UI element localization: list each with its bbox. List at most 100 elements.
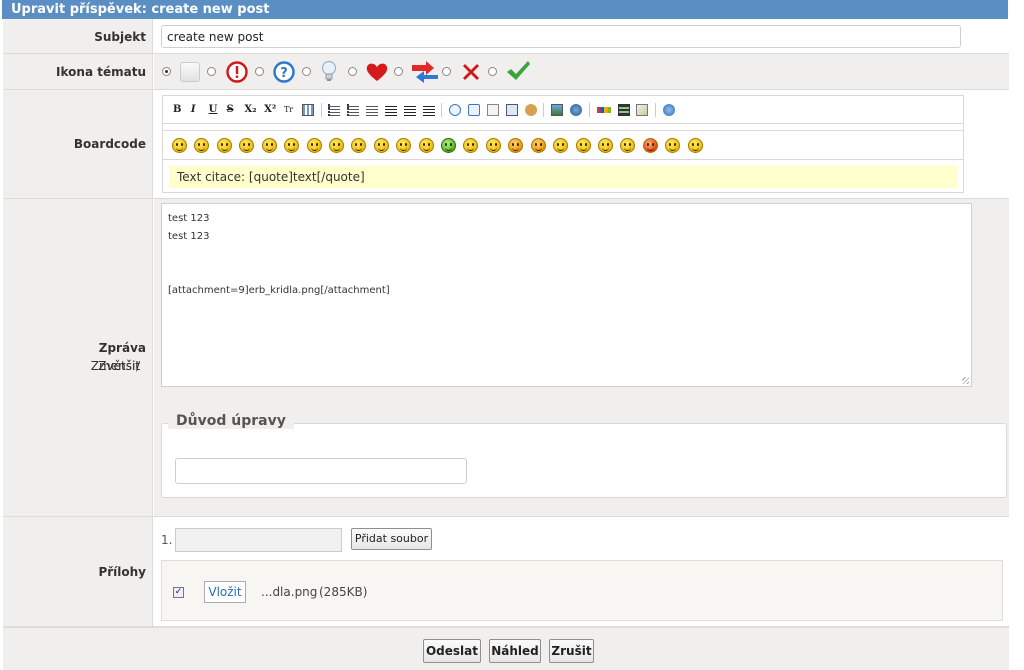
- quote-hint: Text citace: [quote]text[/quote]: [169, 166, 957, 188]
- align-left-icon[interactable]: [384, 103, 397, 116]
- italic-button[interactable]: I: [191, 104, 205, 115]
- arrows-icon: [412, 61, 438, 83]
- page-header: Upravit příspěvek: create new post: [2, 0, 1008, 19]
- users-icon[interactable]: [524, 103, 537, 116]
- smiley-laugh-icon[interactable]: [418, 138, 434, 153]
- smiley-sad-icon[interactable]: [194, 138, 210, 153]
- superscript-button[interactable]: X²: [264, 104, 280, 115]
- flash-icon[interactable]: [636, 103, 649, 116]
- smiley-grin-icon[interactable]: [239, 138, 255, 153]
- subject-input[interactable]: [161, 25, 961, 48]
- topic-icon-radio-none[interactable]: [162, 67, 171, 76]
- attachments-row: Přílohy 1. Přidat soubor ✓ Vložit ...dla…: [3, 517, 1009, 627]
- subscript-button[interactable]: X₂: [244, 104, 260, 115]
- topic-icon-radio-red-x[interactable]: [442, 67, 451, 76]
- smiley-rolleyes-icon[interactable]: [598, 138, 614, 153]
- shrink-link[interactable]: Zmenšit: [91, 359, 140, 373]
- smiley-smile-icon[interactable]: [216, 138, 232, 153]
- separator-icon: [320, 102, 322, 117]
- bullet-list-icon[interactable]: [328, 103, 341, 116]
- topic-icon-label-cell: Ikona tématu: [3, 54, 153, 89]
- boardcode-box: B I U S X₂ X² Tr Text citace: [quote]tex…: [162, 95, 964, 193]
- smiley-tongue-icon[interactable]: [284, 138, 300, 153]
- quote-hint-text: Text citace: [quote]text[/quote]: [177, 170, 365, 184]
- smiley-sick-icon[interactable]: [441, 138, 457, 153]
- boardcode-field-cell: B I U S X₂ X² Tr Text citace: [quote]tex…: [154, 90, 1009, 198]
- smiley-lol-icon[interactable]: [575, 138, 591, 153]
- smilies-toolbar: [163, 130, 963, 160]
- submit-button[interactable]: Odeslat: [423, 639, 481, 663]
- topic-icon-radio-lightbulb[interactable]: [302, 67, 311, 76]
- align-right-icon[interactable]: [422, 103, 435, 116]
- attachment-item: ✓ Vložit ...dla.png (285KB): [161, 560, 1003, 621]
- message-row: Zpráva Zvětšit / Zmenšit test 123 test 1…: [3, 199, 1009, 517]
- cancel-button[interactable]: Zrušit: [549, 639, 594, 663]
- message-textarea[interactable]: test 123 test 123 [attachment=9]erb_krid…: [161, 203, 972, 387]
- strike-button[interactable]: S: [226, 104, 240, 115]
- insert-button[interactable]: Vložit: [204, 581, 246, 603]
- edit-reason-input[interactable]: [175, 458, 467, 484]
- boardcode-label-cell: Boardcode: [3, 90, 153, 198]
- link-icon[interactable]: [570, 103, 583, 116]
- smiley-confused-icon[interactable]: [328, 138, 344, 153]
- smiley-twisted-icon[interactable]: [687, 138, 703, 153]
- subject-label: Subjekt: [94, 30, 146, 44]
- boardcode-label: Boardcode: [73, 137, 146, 151]
- numbered-list-icon[interactable]: [347, 103, 360, 116]
- heart-icon: [366, 63, 388, 81]
- font-button[interactable]: Tr: [284, 105, 298, 114]
- attachment-file-name: ...dla.png: [261, 585, 318, 599]
- smiley-neutral-icon[interactable]: [553, 138, 569, 153]
- resize-grip-icon[interactable]: [962, 377, 969, 384]
- help-icon[interactable]: [663, 103, 676, 116]
- page-icon[interactable]: [505, 103, 518, 116]
- topic-icon-radio-arrows[interactable]: [394, 67, 403, 76]
- smiley-wink-icon[interactable]: [261, 138, 277, 153]
- smiley-evil-icon[interactable]: [642, 138, 658, 153]
- list-icon[interactable]: [366, 103, 379, 116]
- spoiler-icon[interactable]: [468, 103, 481, 116]
- code-icon[interactable]: [486, 103, 499, 116]
- smiley-cry-icon[interactable]: [620, 138, 636, 153]
- attachments-label-cell: Přílohy: [3, 517, 153, 626]
- edit-reason-legend: Důvod úpravy: [168, 413, 294, 429]
- smiley-oops-icon[interactable]: [530, 138, 546, 153]
- bold-button[interactable]: B: [173, 104, 187, 115]
- smiley-cool-icon[interactable]: [172, 138, 187, 153]
- smiley-eek-icon[interactable]: [396, 138, 412, 153]
- table-icon[interactable]: [301, 103, 314, 116]
- message-line: [attachment=9]erb_kridla.png[/attachment…: [168, 285, 390, 296]
- smiley-mad-icon[interactable]: [508, 138, 524, 153]
- topic-icon-radio-exclamation[interactable]: [207, 67, 216, 76]
- add-file-button[interactable]: Přidat soubor: [351, 528, 432, 550]
- smiley-shock-icon[interactable]: [351, 138, 367, 153]
- preview-button[interactable]: Náhled: [489, 639, 541, 663]
- ebay-icon[interactable]: [596, 106, 611, 113]
- topic-icon-radio-question[interactable]: [255, 67, 264, 76]
- quote-icon[interactable]: [449, 103, 462, 116]
- red-x-icon: [463, 64, 479, 80]
- topic-icon-radio-check[interactable]: [488, 67, 497, 76]
- image-icon[interactable]: [551, 103, 564, 116]
- subject-label-cell: Subjekt: [3, 19, 153, 53]
- smiley-roll-icon[interactable]: [373, 138, 389, 153]
- submit-button-label: Odeslat: [425, 644, 479, 658]
- smiley-angry-icon[interactable]: [306, 138, 322, 153]
- lightbulb-icon: [321, 60, 337, 81]
- message-line: [168, 264, 965, 282]
- topic-icon-label: Ikona tématu: [56, 65, 146, 79]
- topic-icon-radio-heart[interactable]: [348, 67, 357, 76]
- blank-icon: [180, 62, 200, 82]
- smiley-surprised-icon[interactable]: [485, 138, 501, 153]
- subject-row: Subjekt: [3, 19, 1009, 54]
- format-toolbar: B I U S X₂ X² Tr: [163, 96, 963, 124]
- align-center-icon[interactable]: [403, 103, 416, 116]
- attachment-checkbox[interactable]: ✓: [173, 587, 184, 598]
- separator-icon: [588, 102, 590, 117]
- smiley-blush-icon[interactable]: [463, 138, 479, 153]
- file-name-field[interactable]: [175, 528, 342, 552]
- video-icon[interactable]: [617, 103, 630, 116]
- smiley-idea-icon[interactable]: [665, 138, 681, 153]
- svg-text:?: ?: [280, 66, 288, 81]
- underline-button[interactable]: U: [209, 104, 223, 115]
